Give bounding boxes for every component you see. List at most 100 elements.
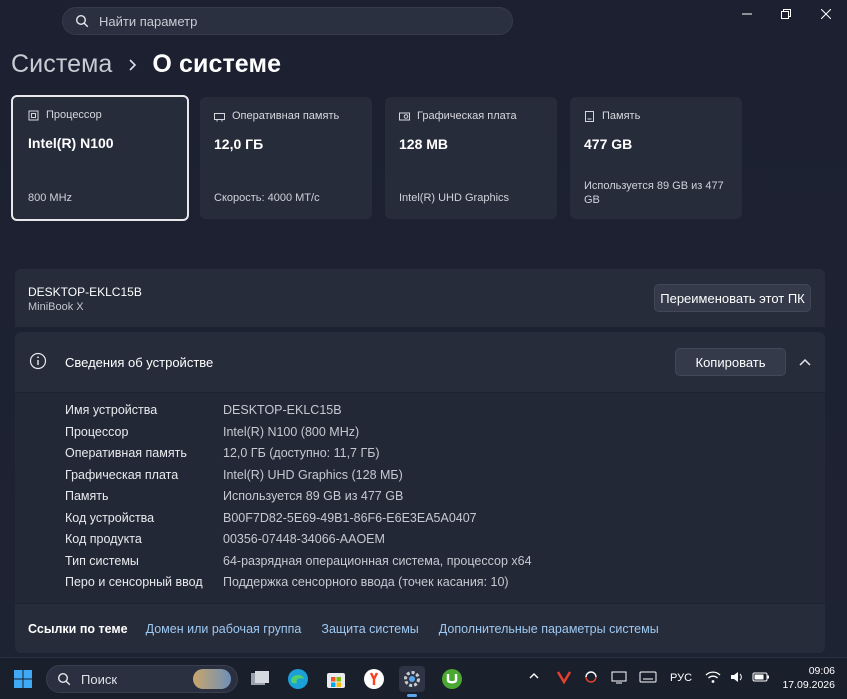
antivirus-tray-icon[interactable] xyxy=(556,669,572,688)
spec-value: 64-разрядная операционная система, проце… xyxy=(223,553,532,568)
spec-value: Поддержка сенсорного ввода (точек касани… xyxy=(223,575,509,589)
chevron-up-tray-icon[interactable] xyxy=(528,670,540,685)
taskbar: Поиск РУС 09:06 17.09.2026 xyxy=(0,657,847,699)
spec-row: Графическая плата Intel(R) UHD Graphics (… xyxy=(65,468,403,482)
card-label: Оперативная память xyxy=(232,110,340,122)
minimize-icon xyxy=(742,13,752,15)
settings-taskbar-button[interactable] xyxy=(399,666,425,697)
device-name: DESKTOP-EKLC15B xyxy=(28,285,142,299)
spec-value: Intel(R) UHD Graphics (128 МБ) xyxy=(223,467,403,482)
keyboard-tray-icon[interactable] xyxy=(639,669,657,688)
task-view-button[interactable] xyxy=(247,666,273,692)
battery-icon[interactable] xyxy=(752,669,770,688)
taskbar-search[interactable]: Поиск xyxy=(46,665,238,693)
device-details-list: Имя устройства DESKTOP-EKLC15B Процессор I… xyxy=(15,393,825,603)
spec-key: Процессор xyxy=(65,424,129,439)
rename-pc-button[interactable]: Переименовать этот ПК xyxy=(654,284,811,312)
card-sub: Скорость: 4000 МТ/с xyxy=(214,192,320,204)
active-indicator xyxy=(407,694,417,697)
clock-date: 17.09.2026 xyxy=(782,679,835,691)
spec-row: Процессор Intel(R) N100 (800 MHz) xyxy=(65,425,359,439)
start-icon xyxy=(14,670,32,688)
card-sub: 800 MHz xyxy=(28,192,73,204)
copy-button[interactable]: Копировать xyxy=(675,348,786,376)
yandex-icon xyxy=(364,669,384,689)
spec-key: Память xyxy=(65,489,109,503)
spec-row: Память Используется 89 GB из 477 GB xyxy=(65,489,403,503)
restore-icon xyxy=(781,9,791,19)
sync-tray-icon[interactable] xyxy=(583,669,599,688)
spec-key: Код продукта xyxy=(65,532,142,546)
ram-icon xyxy=(214,112,225,121)
spec-value: 00356-07448-34066-AAOEM xyxy=(223,532,385,546)
spec-card-gpu[interactable]: Графическая плата 128 MB Intel(R) UHD Gr… xyxy=(385,97,557,219)
spec-card-processor[interactable]: Процессор Intel(R) N100 800 MHz xyxy=(11,95,189,221)
search-icon xyxy=(57,672,71,686)
device-info-header[interactable]: Сведения об устройстве Копировать xyxy=(15,332,825,392)
device-info-title: Сведения об устройстве xyxy=(65,355,214,370)
close-icon xyxy=(821,9,831,19)
device-name-panel: DESKTOP-EKLC15B MiniBook X Переименовать… xyxy=(15,269,825,327)
clock[interactable]: 09:06 17.09.2026 xyxy=(782,664,835,692)
card-label: Процессор xyxy=(46,109,102,121)
utorrent-icon xyxy=(442,669,462,689)
volume-icon[interactable] xyxy=(729,669,745,688)
start-button[interactable] xyxy=(10,666,36,692)
info-icon xyxy=(29,352,47,370)
spec-row: Имя устройства DESKTOP-EKLC15B xyxy=(65,403,342,417)
chevron-right-icon xyxy=(129,58,137,71)
store-icon xyxy=(327,673,345,688)
edge-icon xyxy=(288,669,308,689)
breadcrumb-parent[interactable]: Система xyxy=(11,50,112,79)
spec-row: Оперативная память 12,0 ГБ (доступно: 11,… xyxy=(65,446,380,460)
settings-search-box[interactable]: Найти параметр xyxy=(62,7,513,35)
language-indicator[interactable]: РУС xyxy=(670,672,692,684)
card-sub: Используется 89 GB из 477 GB xyxy=(584,180,724,206)
spec-row: Тип системы 64-разрядная операционная сис… xyxy=(65,554,532,568)
spec-value: Intel(R) N100 (800 MHz) xyxy=(223,424,360,439)
link-system-protection[interactable]: Защита системы xyxy=(321,622,418,636)
spec-row: Код устройства B00F7D82-5E69-49B1-86F6-E6… xyxy=(65,511,477,525)
chevron-up-icon[interactable] xyxy=(799,357,811,367)
link-advanced-system-settings[interactable]: Дополнительные параметры системы xyxy=(439,622,659,636)
card-value: 128 MB xyxy=(399,136,449,152)
breadcrumb: Система О системе xyxy=(11,50,281,79)
device-model: MiniBook X xyxy=(28,301,84,313)
spec-key: Оперативная память xyxy=(65,446,187,460)
spec-value: B00F7D82-5E69-49B1-86F6-E6E3EA5A0407 xyxy=(223,510,477,525)
spec-row: Перо и сенсорный ввод Поддержка сенсорног… xyxy=(65,575,509,589)
settings-icon xyxy=(404,671,420,687)
settings-window: Найти параметр Система О системе Процесс… xyxy=(0,0,847,657)
spec-value: 12,0 ГБ (доступно: 11,7 ГБ) xyxy=(223,446,380,460)
utorrent-button[interactable] xyxy=(439,666,465,692)
card-label: Память xyxy=(602,110,641,122)
page-title: О системе xyxy=(152,50,282,78)
card-label: Графическая плата xyxy=(417,110,517,122)
search-placeholder: Найти параметр xyxy=(99,13,198,29)
cpu-icon xyxy=(28,110,39,120)
edge-button[interactable] xyxy=(285,666,311,692)
storage-icon xyxy=(585,110,594,122)
spec-key: Тип системы xyxy=(65,553,139,568)
card-sub: Intel(R) UHD Graphics xyxy=(399,192,510,204)
related-links: Ссылки по теме Домен или рабочая группа … xyxy=(15,604,825,653)
display-tray-icon[interactable] xyxy=(611,669,627,688)
card-value: 477 GB xyxy=(584,136,633,152)
search-highlight-image xyxy=(193,669,231,689)
spec-key: Имя устройства xyxy=(65,403,158,417)
yandex-button[interactable] xyxy=(361,666,387,692)
restore-button[interactable] xyxy=(772,4,800,24)
spec-card-ram[interactable]: Оперативная память 12,0 ГБ Скорость: 400… xyxy=(200,97,372,219)
card-value: Intel(R) N100 xyxy=(28,135,114,151)
close-button[interactable] xyxy=(812,4,840,24)
minimize-button[interactable] xyxy=(733,4,761,24)
spec-value: Используется 89 GB из 477 GB xyxy=(223,489,404,503)
spec-row: Код продукта 00356-07448-34066-AAOEM xyxy=(65,532,385,546)
link-domain-workgroup[interactable]: Домен или рабочая группа xyxy=(146,622,302,636)
spec-value: DESKTOP-EKLC15B xyxy=(223,403,342,417)
gpu-icon xyxy=(399,112,410,120)
wifi-icon[interactable] xyxy=(705,669,721,688)
store-button[interactable] xyxy=(323,666,349,692)
search-icon xyxy=(75,14,89,28)
spec-card-storage[interactable]: Память 477 GB Используется 89 GB из 477 … xyxy=(570,97,742,219)
